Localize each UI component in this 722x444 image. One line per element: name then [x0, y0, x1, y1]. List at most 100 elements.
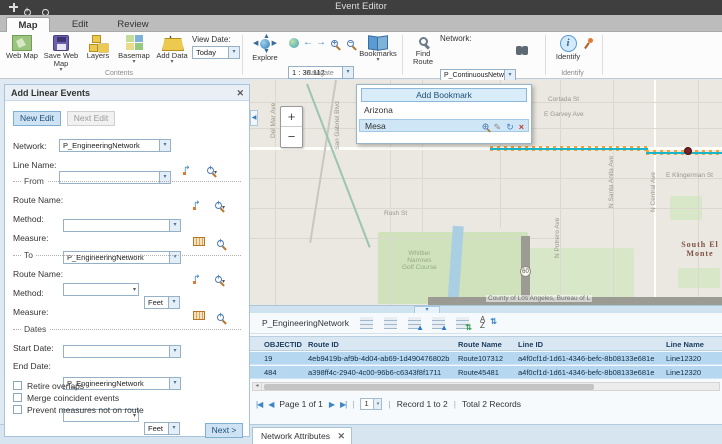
column-header-line-name[interactable]: Line Name — [666, 337, 722, 350]
zoom-to-measure-icon[interactable]: + — [217, 308, 224, 326]
to-measure-label: Measure: — [13, 305, 48, 319]
to-units-value: Feet — [148, 424, 163, 433]
zoom-to-line-icon[interactable]: +▾ — [207, 161, 217, 179]
view-date-select[interactable]: Today ▾ — [192, 46, 240, 59]
tab-network-attributes[interactable]: Network Attributes ✕ — [252, 427, 352, 444]
zoom-to-bookmark-icon[interactable]: + — [482, 124, 488, 130]
title-bar: + − Event Editor — [0, 0, 722, 15]
chevron-down-icon: ▾ — [132, 60, 135, 65]
last-page-icon[interactable]: ▶| — [340, 400, 346, 409]
pagination-bar: |◀ ◀ Page 1 of 1 ▶ ▶| | 1 ▾ | Record 1 t… — [256, 397, 521, 411]
select-line-on-map-icon[interactable]: ↱ — [183, 159, 194, 177]
column-header-objectid[interactable]: OBJECTID — [250, 337, 308, 350]
bookmark-name: Mesa — [365, 121, 386, 131]
select-route-on-map-icon[interactable]: ↱ — [193, 268, 204, 286]
checkbox-icon[interactable] — [13, 381, 22, 390]
network-field-label: Network: — [13, 139, 47, 153]
zoom-to-measure-icon[interactable]: + — [217, 234, 224, 252]
tab-map[interactable]: Map — [6, 17, 50, 32]
page-number-value: 1 — [364, 399, 368, 408]
line-name-select[interactable]: ▾ — [59, 171, 171, 184]
to-legend: To — [21, 250, 36, 260]
to-route-name-select[interactable]: ▾ — [63, 345, 181, 358]
total-records-label: Total 2 Records — [462, 399, 521, 409]
chevron-down-icon: ▾ — [228, 47, 239, 58]
show-selected-records-icon[interactable] — [360, 317, 373, 329]
table-row[interactable]: 19 4eb9419b-af9b-4d04-ab69-1d490476802b … — [250, 352, 722, 365]
export-selected-icon[interactable]: ▲ — [408, 317, 421, 329]
map-zoom-in-button[interactable]: + — [281, 107, 302, 127]
switch-selection-icon[interactable] — [384, 317, 397, 329]
column-header-line-id[interactable]: Line ID — [518, 337, 666, 350]
globe-icon[interactable] — [289, 38, 299, 52]
checkbox-icon[interactable] — [13, 393, 22, 402]
from-method-select[interactable]: P_EngineeringNetwork ▾ — [63, 251, 181, 264]
bookmark-item-mesa[interactable]: Mesa + ✎ ↻ × — [359, 119, 529, 132]
bookmark-item-arizona[interactable]: Arizona — [359, 104, 529, 117]
save-web-map-button[interactable]: Save Web Map ▾ — [42, 35, 80, 73]
table-row[interactable]: 484 a398ff4c-2940-4c00-96b6-c6343f8f1711… — [250, 366, 722, 379]
next-page-icon[interactable]: ▶ — [329, 400, 334, 409]
zoom-in-map-icon[interactable]: + — [331, 39, 338, 51]
identify-button[interactable]: i Identify — [550, 35, 586, 61]
tab-edit[interactable]: Edit — [58, 17, 102, 32]
page-number-select[interactable]: 1 ▾ — [360, 398, 382, 410]
zoom-to-route-icon[interactable]: +▾ — [215, 270, 225, 288]
from-route-name-select[interactable]: ▾ — [63, 219, 181, 232]
dates-section-divider: Dates — [13, 329, 241, 330]
map-zoom-out-button[interactable]: − — [281, 127, 302, 147]
measure-on-map-icon[interactable] — [193, 307, 205, 325]
column-header-route-name[interactable]: Route Name — [458, 337, 518, 350]
from-measure-input[interactable]: ▾ — [63, 283, 139, 296]
refresh-bookmark-icon[interactable]: ↻ — [506, 122, 514, 132]
export-all-icon[interactable]: ▲ — [432, 317, 445, 329]
bookmarks-button[interactable]: Bookmarks ▾ — [356, 35, 400, 63]
street-label: Del Mar Ave — [270, 103, 277, 138]
zoom-to-route-icon[interactable]: +▾ — [215, 196, 225, 214]
horizontal-scrollbar[interactable]: ◂ — [252, 382, 720, 391]
add-bookmark-button[interactable]: Add Bookmark — [361, 88, 527, 102]
chevron-down-icon: ▾ — [168, 423, 179, 434]
edit-bookmark-icon[interactable]: ✎ — [494, 122, 502, 132]
route-marker[interactable] — [684, 147, 692, 155]
to-section-divider: To — [13, 255, 241, 256]
attribute-set-icon[interactable]: ⇅ — [456, 317, 469, 329]
scroll-left-arrow[interactable]: ◂ — [253, 383, 262, 390]
panel-network-select[interactable]: P_EngineeringNetwork ▾ — [59, 139, 171, 152]
prev-page-icon[interactable]: ◀ — [268, 400, 273, 409]
group-divider — [602, 35, 603, 75]
explore-button[interactable]: ▲▼◀▶ Explore — [246, 35, 284, 62]
sort-records-icon[interactable]: AZ⇅ — [480, 317, 493, 329]
next-button[interactable]: Next > — [205, 423, 243, 438]
select-route-on-map-icon[interactable]: ↱ — [193, 194, 204, 212]
add-data-button[interactable]: + Add Data ▾ — [154, 35, 190, 65]
street-label: E Garvey Ave — [544, 111, 584, 118]
web-map-button[interactable]: Web Map — [4, 35, 40, 60]
chevron-down-icon: ▾ — [376, 58, 379, 63]
column-header-route-id[interactable]: Route ID — [308, 337, 458, 350]
forward-arrow-icon[interactable]: → — [316, 37, 326, 49]
find-route-button[interactable]: Find Route — [406, 37, 440, 66]
next-edit-button[interactable]: Next Edit — [67, 111, 115, 126]
first-page-icon[interactable]: |◀ — [256, 400, 262, 409]
collapse-panel-arrow[interactable]: ◀ — [250, 110, 258, 126]
prevent-measures-option[interactable]: Prevent measures not on route — [13, 403, 144, 417]
map-table-divider[interactable]: ▾ — [250, 305, 722, 313]
new-edit-button[interactable]: New Edit — [13, 111, 61, 126]
to-units-select[interactable]: Feet ▾ — [144, 422, 180, 435]
close-icon[interactable]: ✕ — [236, 85, 244, 101]
tab-review[interactable]: Review — [108, 17, 158, 32]
zoom-out-map-icon[interactable]: − — [347, 39, 354, 51]
from-units-select[interactable]: Feet ▾ — [144, 296, 180, 309]
checkbox-icon[interactable] — [13, 405, 22, 414]
chevron-down-icon: ▾ — [170, 60, 173, 65]
cell-route-name: Route107312 — [458, 352, 518, 364]
delete-bookmark-icon[interactable]: × — [519, 122, 524, 132]
basemap-button[interactable]: Basemap ▾ — [116, 35, 152, 65]
layers-button[interactable]: Layers — [82, 35, 114, 60]
close-icon[interactable]: ✕ — [337, 428, 345, 444]
measure-on-map-icon[interactable] — [193, 233, 205, 251]
identify-label: Identify — [556, 53, 580, 61]
back-arrow-icon[interactable]: ← — [303, 37, 313, 49]
scrollbar-thumb[interactable] — [264, 384, 594, 390]
